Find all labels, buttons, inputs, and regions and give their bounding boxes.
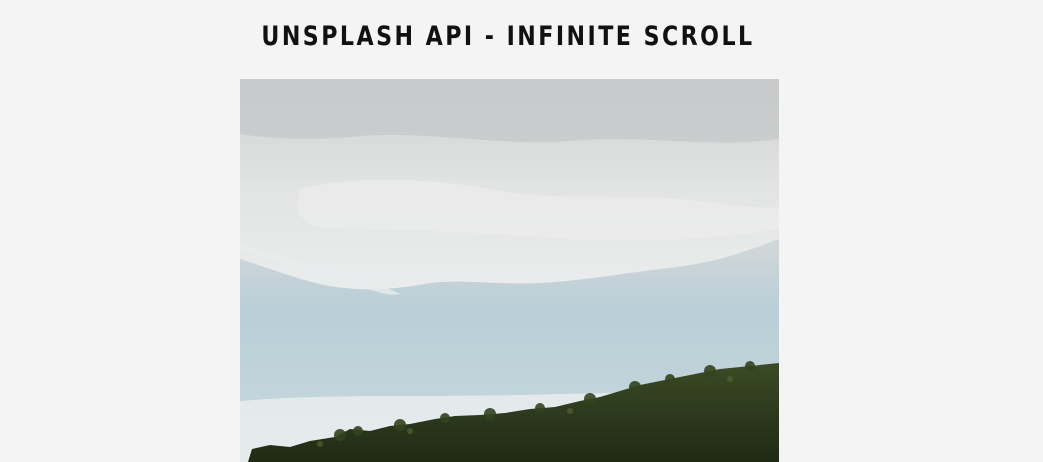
page: UNSPLASH API - INFINITE SCROLL xyxy=(0,0,1043,462)
landscape-photo xyxy=(240,79,779,462)
page-title: UNSPLASH API - INFINITE SCROLL xyxy=(261,21,755,52)
gallery-image[interactable] xyxy=(240,79,779,462)
